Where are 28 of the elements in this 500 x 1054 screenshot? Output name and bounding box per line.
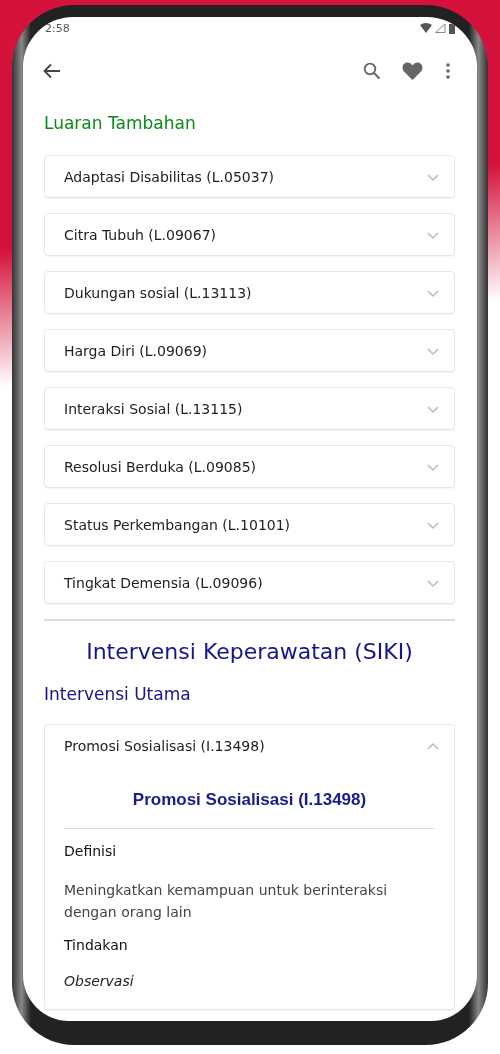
accordion-title: Promosi Sosialisasi (I.13498): [64, 737, 265, 754]
accordion-card[interactable]: Citra Tubuh (L.09067): [44, 213, 455, 256]
subsection-title: Intervensi Utama: [44, 684, 192, 704]
status-time: 2:58: [45, 21, 70, 35]
definition-label: Definisi: [64, 843, 118, 859]
accordion-title: Interaksi Sosial (L.13115): [64, 400, 243, 417]
accordion-card[interactable]: Dukungan sosial (L.13113): [44, 271, 455, 314]
accordion-title: Status Perkembangan (L.10101): [64, 516, 291, 533]
actions-label: Tindakan: [64, 937, 129, 953]
accordion-title: Tingkat Demensia (L.09096): [64, 574, 263, 591]
detail-title: Promosi Sosialisasi (I.13498): [131, 790, 368, 810]
accordion-card[interactable]: Harga Diri (L.09069): [44, 329, 455, 372]
accordion-title: Harga Diri (L.09069): [64, 342, 207, 359]
subsection-label: Observasi: [64, 973, 135, 989]
accordion-card[interactable]: Status Perkembangan (L.10101): [44, 503, 455, 546]
accordion-card[interactable]: Promosi Sosialisasi (I.13498) Promosi Sosialisasi (I.13498) Definisi Meningkatkan kemampuan untuk berinteraksi dengan orang lain Tindakan Observasi: [44, 724, 455, 1010]
accordion-title: Dukungan sosial (L.13113): [64, 284, 252, 301]
accordion-card[interactable]: Tingkat Demensia (L.09096): [44, 561, 455, 604]
accordion-card[interactable]: Interaksi Sosial (L.13115): [44, 387, 455, 430]
accordion-title: Adaptasi Disabilitas (L.05037): [64, 168, 274, 185]
section-heading: Intervensi Keperawatan (SIKI): [85, 639, 414, 664]
accordion-title: Resolusi Berduka (L.09085): [64, 458, 257, 475]
section-title: Luaran Tambahan: [44, 112, 197, 135]
definition-text: Meningkatkan kemampuan untuk berinteraksi dengan orang lain: [64, 881, 389, 922]
accordion-title: Citra Tubuh (L.09067): [64, 226, 217, 243]
accordion-header[interactable]: Promosi Sosialisasi (I.13498): [45, 725, 454, 766]
accordion-card[interactable]: Adaptasi Disabilitas (L.05037): [44, 155, 455, 198]
accordion-card[interactable]: Resolusi Berduka (L.09085): [44, 445, 455, 488]
